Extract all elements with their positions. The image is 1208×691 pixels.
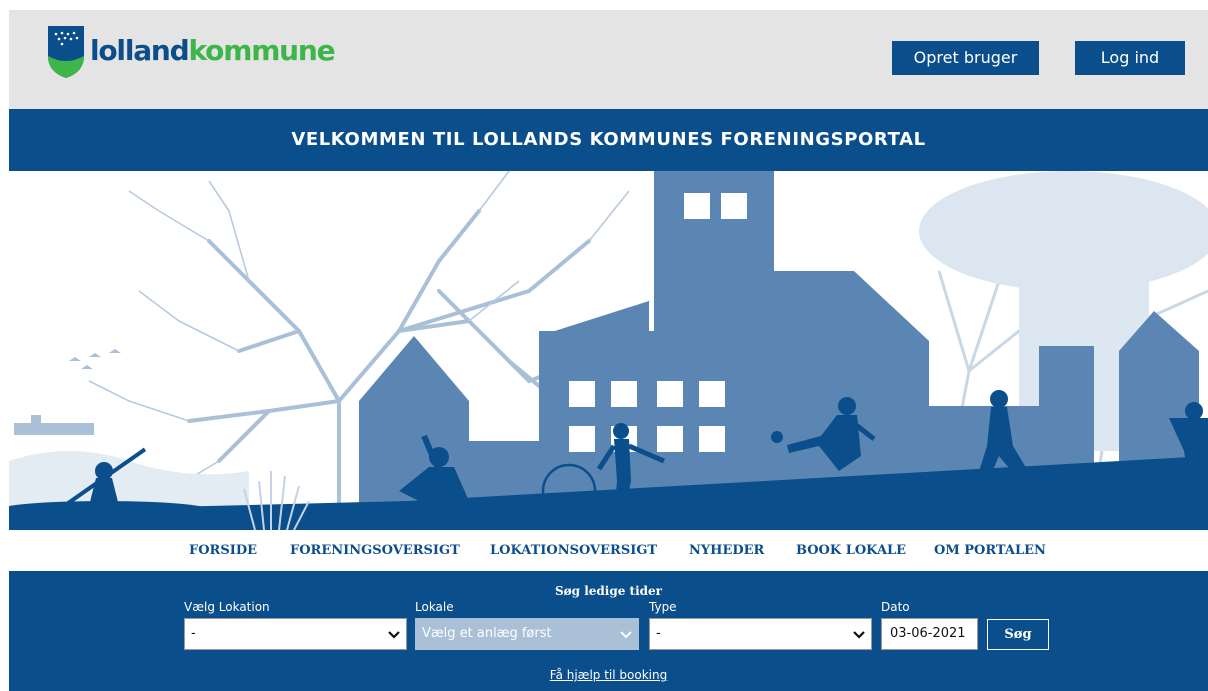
hero-illustration [9, 171, 1208, 530]
logo-text-kommune: kommune [188, 34, 336, 67]
chevron-down-icon [388, 631, 400, 639]
logo-wordmark: lollandkommune [90, 34, 336, 67]
site-logo[interactable]: lollandkommune [46, 26, 346, 82]
main-nav: FORSIDE FORENINGSOVERSIGT LOKATIONSOVERS… [9, 530, 1208, 571]
chevron-down-icon [620, 631, 632, 639]
lolland-crest-icon [48, 26, 84, 78]
nav-item-nyheder[interactable]: NYHEDER [689, 543, 764, 558]
nav-item-foreningsoversigt[interactable]: FORENINGSOVERSIGT [290, 543, 460, 558]
search-button[interactable]: Søg [987, 619, 1049, 650]
search-panel: Søg ledige tider Vælg Lokation - Lokale … [9, 571, 1208, 691]
room-label: Lokale [415, 600, 454, 614]
type-select[interactable]: - [649, 618, 872, 650]
booking-help-link[interactable]: Få hjælp til booking [9, 668, 1208, 682]
type-select-value: - [656, 626, 661, 641]
nav-item-lokationsoversigt[interactable]: LOKATIONSOVERSIGT [490, 543, 657, 558]
create-user-button[interactable]: Opret bruger [892, 41, 1039, 75]
room-select[interactable]: Vælg et anlæg først [415, 618, 639, 650]
location-select[interactable]: - [184, 618, 407, 650]
logo-text-lolland: lolland [90, 34, 190, 67]
location-label: Vælg Lokation [184, 600, 270, 614]
nav-item-forside[interactable]: FORSIDE [189, 543, 257, 558]
town-silhouette-image [9, 171, 1208, 530]
date-label: Dato [881, 600, 910, 614]
search-title: Søg ledige tider [554, 584, 663, 598]
nav-item-om-portalen[interactable]: OM PORTALEN [934, 543, 1046, 558]
title-banner: VELKOMMEN TIL LOLLANDS KOMMUNES FORENING… [9, 109, 1208, 171]
page: lollandkommune Opret bruger Log ind VELK… [0, 0, 1208, 691]
room-select-value: Vælg et anlæg først [422, 626, 552, 641]
site-header: lollandkommune Opret bruger Log ind [9, 10, 1208, 109]
location-select-value: - [191, 626, 196, 641]
login-button[interactable]: Log ind [1075, 41, 1185, 75]
date-input[interactable]: 03-06-2021 [881, 618, 978, 650]
type-label: Type [649, 600, 677, 614]
page-title: VELKOMMEN TIL LOLLANDS KOMMUNES FORENING… [291, 129, 926, 150]
nav-item-book-lokale[interactable]: BOOK LOKALE [796, 543, 906, 558]
chevron-down-icon [853, 631, 865, 639]
